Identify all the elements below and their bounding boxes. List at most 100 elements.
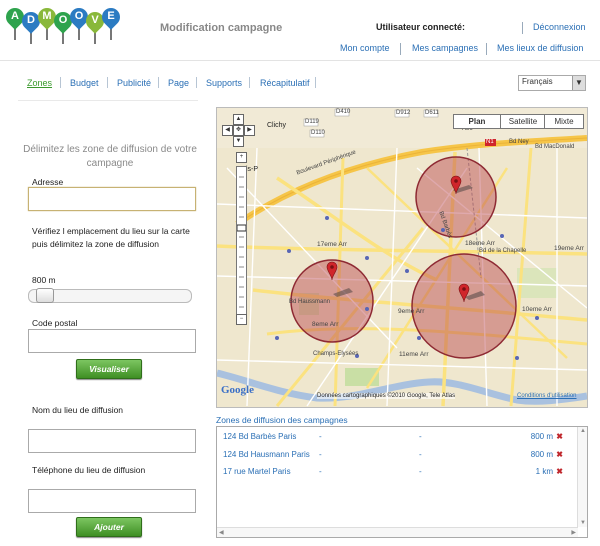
zoom-slider[interactable] — [236, 166, 247, 320]
radius-value-label: 800 m — [32, 275, 56, 285]
postal-code-label: Code postal — [32, 318, 78, 328]
zone-col2: - — [319, 432, 322, 441]
tab-divider — [315, 77, 316, 88]
tab-recapitulatif[interactable]: Récapitulatif — [260, 78, 310, 88]
map-type-mixte[interactable]: Mixte — [544, 114, 584, 129]
zone-col3: - — [419, 467, 422, 476]
map-label-district: 8eme Arr — [312, 321, 339, 328]
scroll-down-icon[interactable]: ▼ — [580, 520, 586, 526]
zone-radius: 1 km — [535, 467, 553, 476]
map-label-district: 17eme Arr — [317, 241, 347, 248]
header-divider — [400, 43, 401, 55]
zone-radius: 800 m — [530, 432, 553, 441]
map-label-district: 10eme Arr — [522, 306, 552, 313]
pan-left-icon[interactable]: ◀ — [222, 125, 233, 136]
map-type-plan[interactable]: Plan — [453, 114, 501, 129]
language-selected-value: Français — [522, 77, 553, 86]
map-label-road: Champs-Elysées — [313, 351, 359, 357]
postal-code-input[interactable] — [28, 329, 196, 353]
place-phone-label: Téléphone du lieu de diffusion — [32, 465, 146, 475]
zone-address[interactable]: 17 rue Martel Paris — [223, 467, 291, 476]
map-terms-link[interactable]: Conditions d'utilisation — [517, 393, 577, 399]
zone-radius: 800 m — [530, 450, 553, 459]
my-campaigns-link[interactable]: Mes campagnes — [412, 43, 478, 53]
tab-divider — [249, 77, 250, 88]
table-row: 124 Bd Barbès Paris - - 800 m ✖ — [223, 432, 563, 444]
page-title: Modification campagne — [160, 22, 283, 34]
zones-table: 124 Bd Barbès Paris - - 800 m ✖ 124 Bd H… — [216, 426, 588, 538]
scroll-left-icon[interactable]: ◀ — [219, 529, 224, 536]
delete-icon[interactable]: ✖ — [556, 467, 563, 476]
map-label-road: D410 — [336, 109, 351, 115]
radius-slider-handle[interactable] — [35, 288, 54, 303]
map-label-road: D119 — [305, 119, 319, 125]
pan-up-icon[interactable]: ▲ — [233, 114, 244, 125]
form-intro-text: Délimitez les zone de diffusion de votre… — [23, 144, 197, 169]
user-connected-label: Utilisateur connecté: — [376, 22, 466, 32]
table-row: 124 Bd Hausmann Paris - - 800 m ✖ — [223, 450, 563, 462]
logout-link[interactable]: Déconnexion — [533, 22, 586, 32]
map-type-satellite[interactable]: Satellite — [500, 114, 546, 129]
tab-publicite[interactable]: Publicité — [117, 78, 151, 88]
map-view[interactable]: Clichy is-P D119 D110 D410 D912 D611 A86… — [216, 107, 588, 408]
map-label-district: 11eme Arr — [399, 351, 429, 358]
zone-col2: - — [319, 450, 322, 459]
verify-location-text: Vérifiez l emplacement du lieu sur la ca… — [32, 226, 190, 249]
zone-col3: - — [419, 450, 422, 459]
tab-zones[interactable]: Zones — [27, 78, 52, 88]
map-label-road: Bd MacDonald — [535, 144, 575, 150]
place-phone-input[interactable] — [28, 489, 196, 513]
tab-divider — [196, 77, 197, 88]
table-row: 17 rue Martel Paris - - 1 km ✖ — [223, 467, 563, 479]
my-places-link[interactable]: Mes lieux de diffusion — [497, 43, 583, 53]
delete-icon[interactable]: ✖ — [556, 450, 563, 459]
tab-page[interactable]: Page — [168, 78, 189, 88]
map-label-road: D912 — [396, 110, 411, 116]
map-label-road: D110 — [311, 130, 325, 136]
map-label-road: N1 — [486, 139, 494, 145]
map-label-district: 19eme Arr — [554, 245, 584, 252]
map-label-is-prefix: is-P — [246, 166, 259, 173]
tab-divider — [158, 77, 159, 88]
zone-col2: - — [319, 467, 322, 476]
language-select[interactable]: Français ▼ — [518, 75, 586, 91]
add-button[interactable]: Ajouter — [76, 517, 142, 537]
admoove-logo: ADMOOVE — [2, 4, 124, 48]
delete-icon[interactable]: ✖ — [556, 432, 563, 441]
pan-down-icon[interactable]: ▼ — [233, 136, 244, 147]
form-top-divider — [18, 100, 198, 101]
google-logo: Google — [221, 384, 254, 396]
header-divider-line — [0, 60, 600, 61]
zone-address[interactable]: 124 Bd Hausmann Paris — [223, 450, 310, 459]
map-label-district: 18eme Arr — [465, 240, 495, 247]
address-label: Adresse — [32, 177, 64, 187]
tab-supports[interactable]: Supports — [206, 78, 242, 88]
chevron-down-icon[interactable]: ▼ — [572, 76, 585, 90]
map-canvas[interactable] — [217, 108, 587, 407]
pan-right-icon[interactable]: ▶ — [244, 125, 255, 136]
zones-section-title: Zones de diffusion des campagnes — [216, 415, 348, 425]
map-label-district: 9eme Arr — [398, 308, 425, 315]
address-input[interactable] — [28, 187, 196, 211]
place-name-input[interactable] — [28, 429, 196, 453]
horizontal-scrollbar[interactable]: ◀ ▶ — [217, 527, 578, 537]
map-label-clichy: Clichy — [267, 122, 287, 129]
scroll-up-icon[interactable]: ▲ — [580, 428, 586, 434]
tab-budget[interactable]: Budget — [70, 78, 99, 88]
tab-divider — [107, 77, 108, 88]
place-name-label: Nom du lieu de diffusion — [32, 405, 124, 415]
map-copyright: Données cartographiques ©2010 Google, Te… — [317, 393, 456, 399]
map-label-road: D611 — [425, 110, 439, 116]
header-divider — [486, 43, 487, 55]
pan-center-icon[interactable]: ✥ — [233, 125, 244, 136]
map-label-road: Bd de la Chapelle — [479, 248, 527, 254]
zoom-in-icon[interactable]: + — [236, 152, 247, 163]
zone-col3: - — [419, 432, 422, 441]
my-account-link[interactable]: Mon compte — [340, 43, 390, 53]
zone-address[interactable]: 124 Bd Barbès Paris — [223, 432, 296, 441]
zoom-out-icon[interactable]: − — [236, 314, 247, 325]
header-divider — [522, 22, 523, 34]
visualize-button[interactable]: Visualiser — [76, 359, 142, 379]
vertical-scrollbar[interactable]: ▲ ▼ — [577, 427, 587, 527]
scroll-right-icon[interactable]: ▶ — [571, 529, 576, 536]
